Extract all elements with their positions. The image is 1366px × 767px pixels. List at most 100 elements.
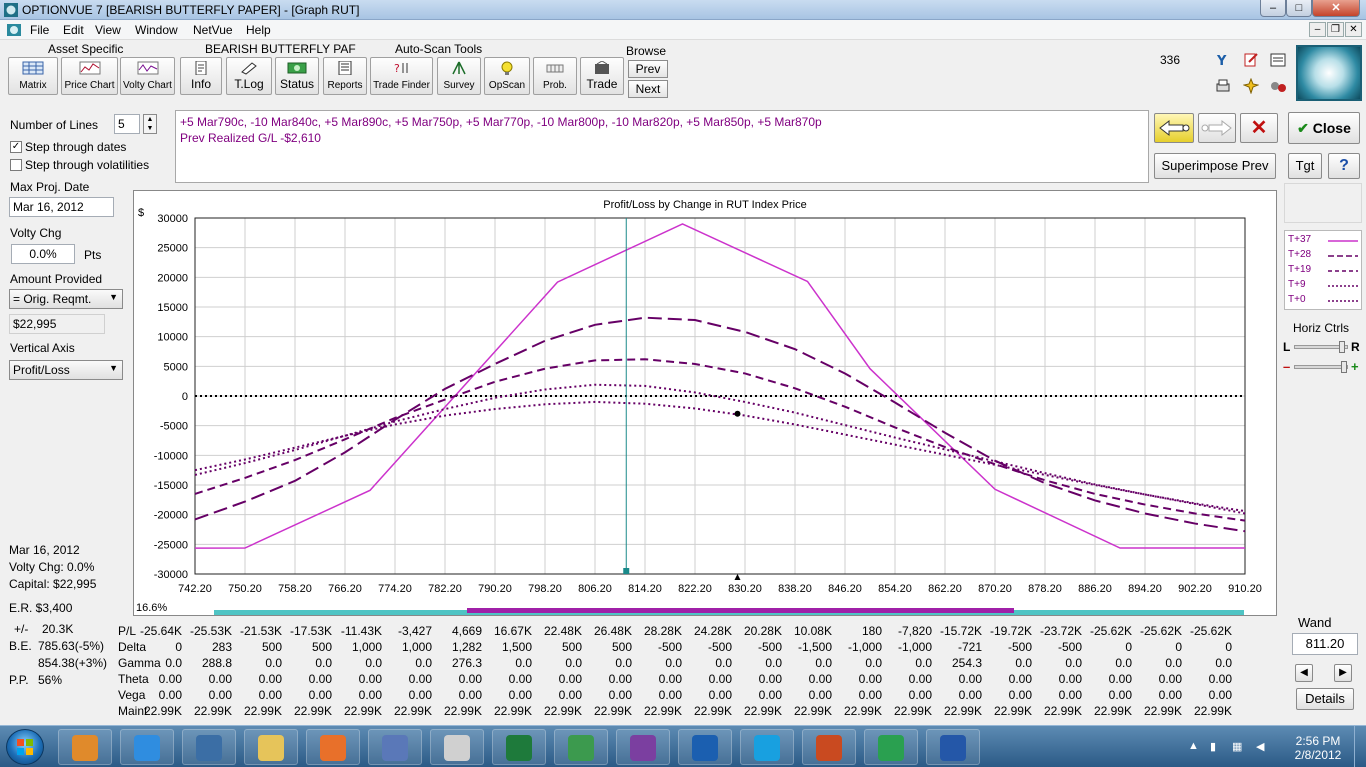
taskbar-app-onenote[interactable]: [616, 729, 670, 765]
tray-device-icon[interactable]: ▮: [1210, 740, 1222, 753]
wand-right-button[interactable]: ▶: [1334, 664, 1352, 682]
number-of-lines-input[interactable]: 5: [114, 114, 140, 134]
taskbar-clock[interactable]: 2:56 PM 2/8/2012: [1288, 734, 1348, 762]
maximize-button[interactable]: □: [1286, 0, 1312, 17]
onenote-icon: [630, 735, 656, 761]
menu-file[interactable]: File: [30, 23, 49, 37]
superimpose-prev-button[interactable]: Superimpose Prev: [1154, 153, 1276, 179]
trade-finder-button[interactable]: ? Trade Finder: [370, 57, 433, 95]
help-button[interactable]: ?: [1328, 153, 1360, 179]
taskbar-app-network[interactable]: [554, 729, 608, 765]
taskbar-app-firefox[interactable]: [306, 729, 360, 765]
taskbar-app-file-explorer[interactable]: [244, 729, 298, 765]
position-legs-textbox[interactable]: +5 Mar790c, -10 Mar840c, +5 Mar890c, +5 …: [175, 110, 1149, 183]
taskbar-app-shield[interactable]: [368, 729, 422, 765]
taskbar-app-skype[interactable]: [740, 729, 794, 765]
table-cell: 0.00: [358, 688, 382, 702]
mdi-minimize-button[interactable]: –: [1309, 22, 1326, 37]
taskbar-app-excel[interactable]: [492, 729, 546, 765]
table-cell: 0.00: [758, 688, 782, 702]
delete-button[interactable]: ✕: [1240, 113, 1278, 143]
horiz-zoom-slider[interactable]: [1294, 341, 1348, 353]
menu-view[interactable]: View: [95, 23, 121, 37]
yahoo-icon[interactable]: Y: [1215, 52, 1231, 68]
mdi-restore-button[interactable]: ❐: [1327, 22, 1344, 37]
browse-back-arrow-button[interactable]: [1154, 113, 1194, 143]
trade-log-button[interactable]: T.Log: [226, 57, 272, 95]
visible-range-bar[interactable]: [467, 608, 1014, 613]
taskbar-app-word[interactable]: [926, 729, 980, 765]
taskbar-app-media-player[interactable]: [58, 729, 112, 765]
probability-button[interactable]: Prob.: [533, 57, 577, 95]
price-chart-button[interactable]: Price Chart: [61, 57, 118, 95]
close-button[interactable]: ✔ Close: [1288, 112, 1360, 144]
wand-input[interactable]: 811.20: [1292, 633, 1358, 655]
volty-chart-button[interactable]: Volty Chart: [120, 57, 175, 95]
wand-cursor-handle[interactable]: [623, 568, 630, 574]
printer-icon[interactable]: [1215, 78, 1231, 94]
edit-icon[interactable]: [1243, 52, 1259, 68]
table-cell: 0.00: [358, 672, 382, 686]
slider-thumb[interactable]: [1339, 341, 1345, 353]
tray-network-icon[interactable]: ▦: [1232, 740, 1244, 753]
taskbar-app-optionvue[interactable]: [864, 729, 918, 765]
volty-chg-input[interactable]: 0.0%: [11, 244, 75, 264]
notepad-icon[interactable]: [1269, 52, 1287, 68]
taskbar-app-calculator[interactable]: [430, 729, 484, 765]
table-cell: 0.0: [1165, 656, 1182, 670]
menu-edit[interactable]: Edit: [63, 23, 84, 37]
menu-window[interactable]: Window: [135, 23, 178, 37]
table-cell: 20.28K: [743, 624, 782, 638]
tray-volume-icon[interactable]: ◀: [1256, 740, 1268, 753]
network-alert-icon[interactable]: [1269, 78, 1287, 94]
profit-loss-chart[interactable]: Profit/Loss by Change in RUT Index Price…: [133, 190, 1277, 616]
reports-button[interactable]: Reports: [323, 57, 367, 95]
horiz-shift-slider[interactable]: [1294, 361, 1348, 373]
series-line-tplus0: [194, 400, 1246, 515]
max-proj-date-input[interactable]: Mar 16, 2012: [9, 197, 114, 217]
x-tick-label: 910.20: [1228, 583, 1262, 595]
browse-next-button[interactable]: Next: [628, 80, 668, 98]
table-cell: 22.99K: [893, 704, 932, 718]
browse-forward-arrow-button[interactable]: [1198, 113, 1236, 143]
document-icon[interactable]: [6, 22, 22, 38]
details-button[interactable]: Details: [1296, 688, 1354, 710]
legend-item: T+0: [1288, 294, 1358, 305]
table-cell: 1,500: [501, 640, 532, 654]
close-window-button[interactable]: ✕: [1312, 0, 1360, 17]
minimize-button[interactable]: –: [1260, 0, 1286, 17]
horiz-ctrl-minus[interactable]: –: [1283, 359, 1290, 374]
alarm-icon[interactable]: [1243, 78, 1259, 94]
vertical-axis-select[interactable]: Profit/Loss ▼: [9, 360, 123, 380]
wand-left-button[interactable]: ◀: [1295, 664, 1313, 682]
mdi-close-button[interactable]: ✕: [1345, 22, 1362, 37]
menu-help[interactable]: Help: [246, 23, 271, 37]
table-cell: 283: [211, 640, 232, 654]
survey-button[interactable]: Survey: [437, 57, 481, 95]
menu-netvue[interactable]: NetVue: [193, 23, 233, 37]
start-button[interactable]: [6, 729, 44, 765]
chart-plot[interactable]: 742.20 750.20 758.20 766.20 774.20 782.20 790.…: [134, 191, 1276, 615]
step-dates-checkbox[interactable]: ✓: [10, 141, 22, 153]
step-volatilities-checkbox[interactable]: [10, 159, 22, 171]
tray-expand-icon[interactable]: ▲: [1188, 740, 1200, 752]
info-button[interactable]: Info: [180, 57, 222, 95]
amount-provided-select[interactable]: = Orig. Reqmt. ▼: [9, 289, 123, 309]
number-of-lines-spinner[interactable]: ▲ ▼: [143, 114, 157, 134]
show-desktop-button[interactable]: [1354, 726, 1366, 767]
trade-button[interactable]: Trade: [580, 57, 624, 95]
taskbar-app-4gwimax[interactable]: [182, 729, 236, 765]
matrix-button[interactable]: Matrix: [8, 57, 58, 95]
opscan-button[interactable]: OpScan: [484, 57, 530, 95]
taskbar-app-powerpoint[interactable]: [802, 729, 856, 765]
taskbar-app-internet-explorer[interactable]: [120, 729, 174, 765]
browse-prev-button[interactable]: Prev: [628, 60, 668, 78]
status-button[interactable]: Status: [275, 57, 319, 95]
current-pl-point: [734, 410, 741, 417]
slider-thumb[interactable]: [1341, 361, 1347, 373]
x-tick-label: 846.20: [828, 583, 862, 595]
horiz-ctrl-plus[interactable]: +: [1351, 359, 1359, 374]
target-button[interactable]: Tgt: [1288, 153, 1322, 179]
table-cell: -500: [1057, 640, 1082, 654]
taskbar-app-outlook[interactable]: [678, 729, 732, 765]
